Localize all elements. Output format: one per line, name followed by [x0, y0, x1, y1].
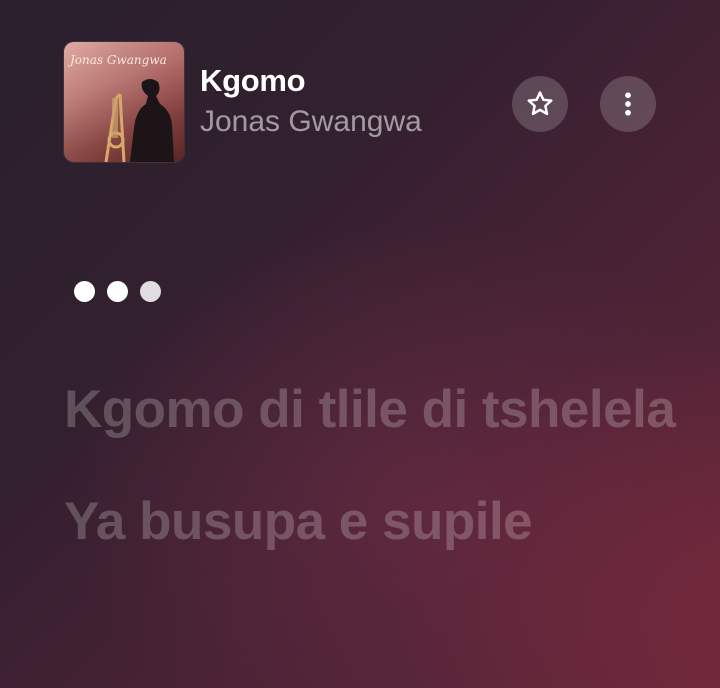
now-playing-header: Jonas Gwangwa Kgomo Jonas Gwangwa	[64, 42, 656, 162]
track-info: Kgomo Jonas Gwangwa	[200, 62, 422, 142]
more-options-button[interactable]	[600, 76, 656, 132]
album-art-caption: Jonas Gwangwa	[67, 53, 167, 67]
star-outline-icon	[527, 91, 553, 116]
lyrics-panel: Kgomo di tlile di tshelela Ya busupa e s…	[64, 376, 680, 600]
favorite-button[interactable]	[512, 76, 568, 132]
track-artist[interactable]: Jonas Gwangwa	[200, 102, 422, 142]
vertical-ellipsis-icon	[625, 92, 631, 116]
lyric-line[interactable]: Kgomo di tlile di tshelela	[64, 376, 680, 444]
album-art[interactable]: Jonas Gwangwa	[64, 42, 184, 162]
lyric-line[interactable]: Ya busupa e supile	[64, 488, 680, 556]
album-cover-image: Jonas Gwangwa	[64, 42, 184, 162]
loading-dot	[107, 281, 128, 302]
loading-dot	[140, 281, 161, 302]
track-title: Kgomo	[200, 63, 306, 98]
loading-dot	[74, 281, 95, 302]
